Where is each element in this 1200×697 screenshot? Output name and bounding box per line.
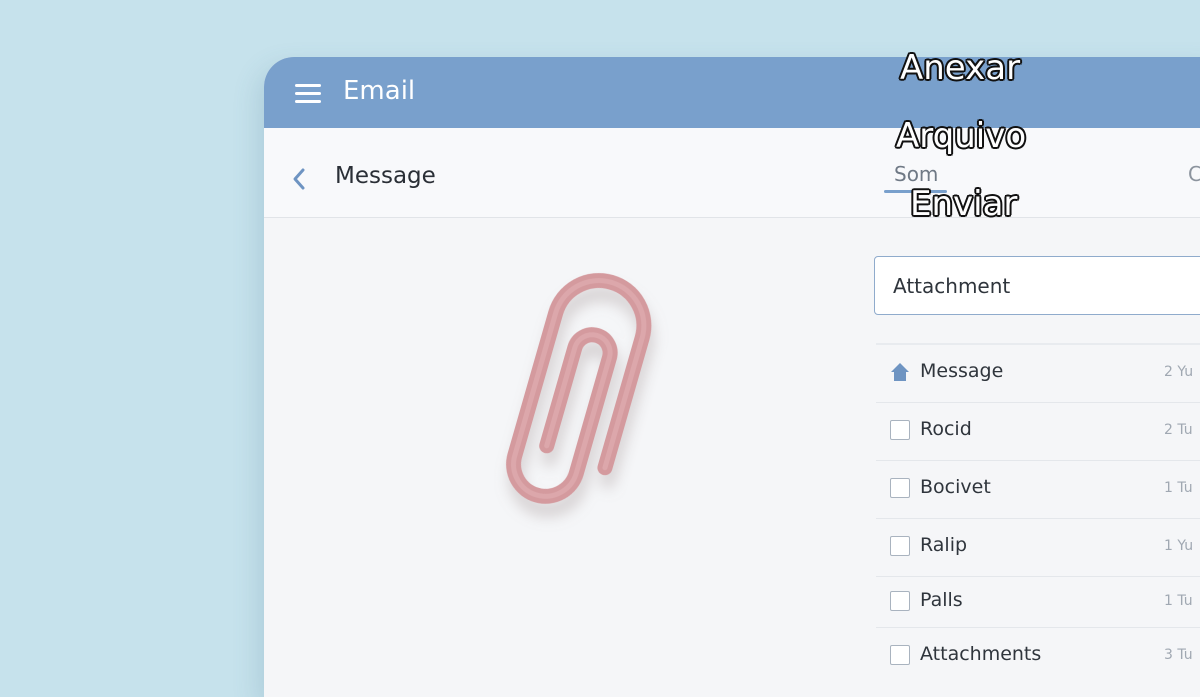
checkbox[interactable] [890, 591, 910, 611]
list-item[interactable]: Bocivet 1 Tu [876, 461, 1200, 519]
hamburger-menu-icon[interactable] [295, 84, 321, 104]
list-item-label: Attachments [920, 643, 1042, 665]
tab-partial[interactable]: C [1188, 162, 1200, 186]
checkbox[interactable] [890, 420, 910, 440]
list-item-meta: 1 Yu [1164, 538, 1194, 554]
list-item-meta: 1 Tu [1164, 480, 1193, 496]
list-item[interactable]: Palls 1 Tu [876, 577, 1200, 628]
paperclip-icon [494, 247, 694, 547]
app-bar: Email [264, 57, 1200, 128]
list-item-meta: 2 Yu [1164, 364, 1194, 380]
checkbox[interactable] [890, 536, 910, 556]
app-title: Email [343, 76, 416, 106]
attachment-search-input[interactable] [874, 256, 1200, 315]
checkbox[interactable] [890, 478, 910, 498]
message-list: Message 2 Yu Rocid 2 Tu Bocivet 1 Tu Ral… [876, 343, 1200, 685]
checkbox[interactable] [890, 645, 910, 665]
overlay-text-arquivo: Arquivo [896, 116, 1027, 156]
list-item[interactable]: Message 2 Yu [876, 345, 1200, 403]
email-window: Email Message Som C Attachment Message 2… [264, 57, 1200, 697]
list-item-meta: 3 Tu [1164, 647, 1193, 663]
home-icon [890, 362, 910, 382]
tab-som[interactable]: Som [894, 162, 938, 186]
list-item-label: Bocivet [920, 476, 991, 498]
list-item-meta: 2 Tu [1164, 422, 1193, 438]
list-item[interactable]: Ralip 1 Yu [876, 519, 1200, 577]
overlay-text-enviar: Enviar [910, 184, 1018, 224]
list-item-meta: 1 Tu [1164, 593, 1193, 609]
list-item-label: Rocid [920, 418, 972, 440]
message-header: Message Som C [264, 128, 1200, 218]
list-item[interactable]: Attachments 3 Tu [876, 628, 1200, 685]
list-item[interactable]: Rocid 2 Tu [876, 403, 1200, 461]
list-item-label: Palls [920, 589, 963, 611]
list-item-label: Message [920, 360, 1004, 382]
list-item-label: Ralip [920, 534, 968, 556]
overlay-text-anexar: Anexar [900, 48, 1021, 88]
chevron-left-icon[interactable] [288, 166, 310, 192]
page-title: Message [335, 163, 436, 189]
